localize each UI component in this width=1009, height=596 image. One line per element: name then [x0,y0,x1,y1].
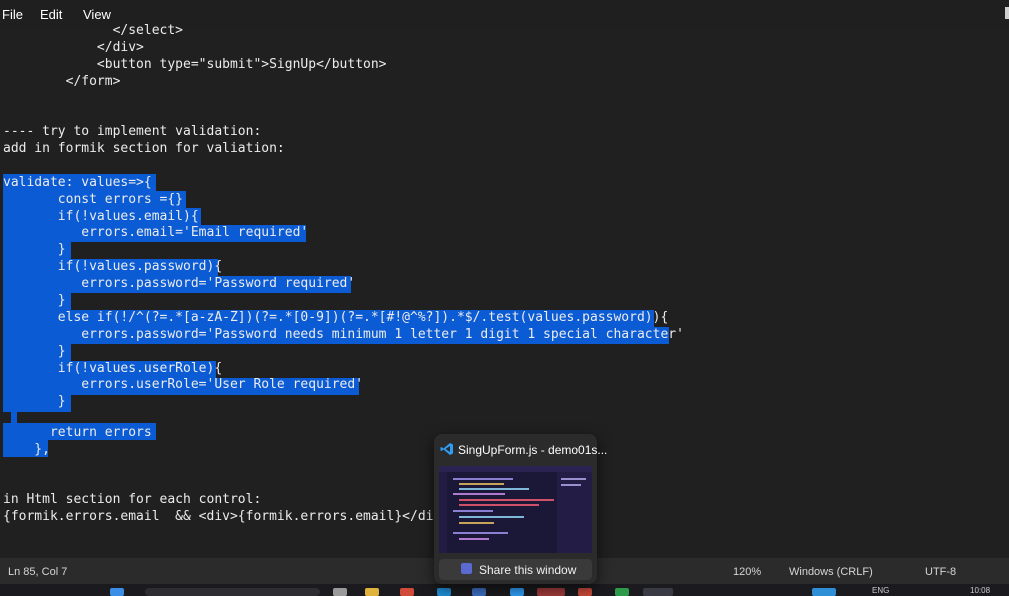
teams-icon [461,563,472,574]
clock[interactable]: 10:08 [970,586,990,595]
code-line: const errors ={} [3,192,184,207]
search-box[interactable] [145,588,320,596]
preview-title: SingUpForm.js - demo01s... [458,443,608,457]
settings-icon[interactable] [1005,7,1009,19]
vscode-icon[interactable] [510,588,524,596]
code-line: </div> [3,40,144,55]
file-explorer-icon[interactable] [365,588,379,596]
share-window-button[interactable]: Share this window [439,559,592,580]
menu-edit[interactable]: Edit [40,7,62,22]
code-line: </select> [3,23,184,38]
code-line: } [3,293,66,308]
window-thumbnail[interactable] [439,466,592,553]
menu-file[interactable]: File [2,7,23,22]
code-line: } [3,242,66,257]
code-line: </form> [3,74,121,89]
code-line: ---- try to implement validation: [3,124,262,139]
code-line: return errors [3,425,152,440]
weather-icon[interactable] [812,588,836,596]
code-line: errors.email='Email required' [3,225,309,240]
encoding[interactable]: UTF-8 [925,566,956,578]
excel-icon[interactable] [615,588,629,596]
app-icon[interactable] [472,588,486,596]
edge-icon[interactable] [437,588,451,596]
code-line: } [3,394,66,409]
start-icon[interactable] [110,588,124,596]
code-line: errors.password='Password required' [3,276,356,291]
code-line: validate: values=>{ [3,175,152,190]
taskbar-window-preview[interactable]: SingUpForm.js - demo01s... Share this wi… [434,434,607,584]
code-line: add in formik section for valiation: [3,141,285,156]
menu-view[interactable]: View [83,7,111,22]
code-line: <button type="submit">SignUp</button> [3,57,387,72]
app-icon[interactable] [578,588,592,596]
vscode-icon [440,442,454,461]
code-line: {formik.errors.email && <div>{formik.err… [3,509,457,524]
code-line: in Html section for each control: [3,492,262,507]
app-icon[interactable] [400,588,414,596]
code-line: } [3,344,66,359]
code-line: if(!values.userRole){ [3,361,223,376]
language-indicator[interactable]: ENG [872,586,889,595]
code-line: if(!values.password){ [3,259,223,274]
selection-block [11,412,17,423]
notepad-icon[interactable] [643,588,673,596]
line-ending[interactable]: Windows (CRLF) [789,566,873,578]
share-window-label: Share this window [479,563,577,577]
cursor-position[interactable]: Ln 85, Col 7 [8,566,67,578]
taskbar: ENG 10:08 [0,584,1009,596]
code-line: }, [3,442,50,457]
app-icon[interactable] [537,588,565,596]
code-line: errors.userRole='User Role required' [3,377,364,392]
zoom-level[interactable]: 120% [733,566,761,578]
code-line: if(!values.email){ [3,209,199,224]
code-line: errors.password='Password needs minimum … [3,327,684,342]
code-line: else if(!/^(?=.*[a-zA-Z])(?=.*[0-9])(?=.… [3,310,669,325]
task-view-icon[interactable] [333,588,347,596]
